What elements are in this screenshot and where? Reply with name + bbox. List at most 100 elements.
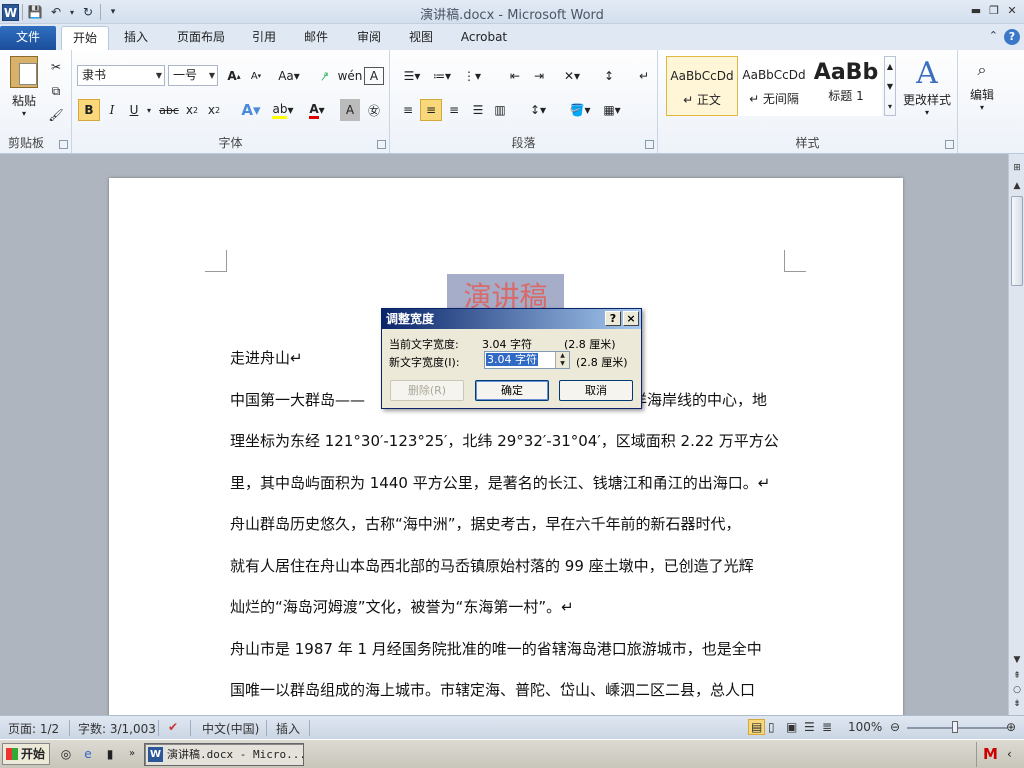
character-border-icon[interactable]: A	[364, 67, 384, 85]
width-spinner[interactable]: ▲ ▼	[555, 352, 569, 368]
style-no-spacing[interactable]: AaBbCcDd ↵ 无间隔	[738, 56, 810, 116]
phonetic-guide-icon[interactable]: wén	[338, 65, 363, 87]
scroll-thumb[interactable]	[1011, 196, 1023, 286]
minimize-icon[interactable]: ▬	[968, 3, 984, 19]
tab-review[interactable]: 审阅	[349, 26, 389, 50]
bullets-icon[interactable]: ☰▾	[398, 65, 426, 87]
web-layout-icon[interactable]: ▣	[786, 720, 797, 734]
document-page[interactable]: 演讲稿 走进舟山↵ 中国第一大群岛—— 洋海岸线的中心，地 理坐标为东经 121…	[109, 178, 903, 738]
new-width-input[interactable]: 3.04 字符 ▲ ▼	[484, 351, 570, 369]
tray-expand-icon[interactable]: ‹	[1007, 747, 1012, 761]
draft-icon[interactable]: ≣	[822, 720, 832, 734]
help-icon[interactable]: ?	[1004, 29, 1020, 45]
font-color-icon[interactable]: A ▾	[304, 99, 330, 121]
page-count[interactable]: 页面: 1/2	[8, 720, 59, 737]
browse-object-icon[interactable]: ○	[1011, 684, 1023, 696]
delete-button[interactable]: 删除(R)	[390, 380, 464, 401]
tab-mailings[interactable]: 邮件	[296, 26, 336, 50]
minimize-ribbon-icon[interactable]: ⌃	[989, 29, 998, 45]
outline-icon[interactable]: ☰	[804, 720, 815, 734]
paragraph-launcher-icon[interactable]	[645, 140, 654, 149]
multilevel-list-icon[interactable]: ⋮▾	[458, 65, 486, 87]
decrease-indent-icon[interactable]: ⇤	[504, 65, 526, 87]
shading-icon[interactable]: 🪣▾	[566, 99, 594, 121]
next-page-icon[interactable]: ⇟	[1011, 698, 1023, 710]
zoom-level[interactable]: 100%	[848, 720, 882, 734]
full-screen-reading-icon[interactable]: ▯	[768, 720, 775, 734]
font-name-combo[interactable]: 隶书 ▼	[77, 65, 165, 86]
borders-icon[interactable]: ▦▾	[598, 99, 626, 121]
italic-button[interactable]: I	[102, 99, 122, 121]
styles-scroll[interactable]: ▲ ▼ ▾	[884, 56, 896, 116]
show-marks-icon[interactable]: ↵	[634, 65, 654, 87]
strikethrough-button[interactable]: abc	[158, 99, 180, 121]
editing-button[interactable]: ⌕ 编辑 ▾	[964, 60, 1000, 112]
copy-icon[interactable]: ⧉	[46, 80, 66, 102]
start-button[interactable]: 开始	[2, 743, 50, 765]
ok-button[interactable]: 确定	[475, 380, 549, 401]
zoom-out-icon[interactable]: ⊖	[890, 720, 900, 734]
restore-icon[interactable]: ❐	[986, 3, 1002, 19]
tab-page-layout[interactable]: 页面布局	[168, 26, 234, 50]
dialog-close-button[interactable]: ×	[623, 311, 639, 326]
style-heading-1[interactable]: AaBb 标题 1	[810, 56, 882, 116]
vertical-scrollbar[interactable]: ⊞ ▲ ▼ ⇞ ○ ⇟	[1008, 154, 1024, 715]
highlight-color-icon[interactable]: ab ▾	[270, 99, 296, 121]
distributed-icon[interactable]: ▥	[490, 99, 510, 121]
character-shading-icon[interactable]: A	[340, 99, 360, 121]
styles-launcher-icon[interactable]	[945, 140, 954, 149]
clipboard-launcher-icon[interactable]	[59, 140, 68, 149]
font-launcher-icon[interactable]	[377, 140, 386, 149]
align-center-icon[interactable]: ≡	[420, 99, 442, 121]
align-right-icon[interactable]: ≡	[444, 99, 464, 121]
format-painter-icon[interactable]: 🖌	[46, 104, 66, 126]
cancel-button[interactable]: 取消	[559, 380, 633, 401]
grow-font-icon[interactable]: A ▴	[224, 65, 244, 87]
print-layout-icon[interactable]: ▤	[748, 719, 766, 735]
scroll-up-icon[interactable]: ▲	[1011, 180, 1023, 192]
taskbar-word-task[interactable]: W 演讲稿.docx - Micro...	[144, 743, 304, 766]
word-count[interactable]: 字数: 3/1,003	[78, 720, 156, 737]
quick-launch-app-icon[interactable]: ▮	[102, 746, 118, 762]
subscript-button[interactable]: x2	[182, 99, 202, 121]
font-size-combo[interactable]: 一号 ▼	[168, 65, 218, 86]
zoom-in-icon[interactable]: ⊕	[1006, 720, 1016, 734]
align-left-icon[interactable]: ≡	[398, 99, 418, 121]
style-normal[interactable]: AaBbCcDd ↵ 正文	[666, 56, 738, 116]
tab-acrobat[interactable]: Acrobat	[453, 26, 515, 50]
scroll-down-icon[interactable]: ▼	[1011, 654, 1023, 666]
superscript-button[interactable]: x2	[204, 99, 224, 121]
bold-button[interactable]: B	[78, 99, 100, 121]
tab-view[interactable]: 视图	[401, 26, 441, 50]
internet-explorer-icon[interactable]: e	[80, 746, 96, 762]
tab-insert[interactable]: 插入	[116, 26, 156, 50]
shrink-font-icon[interactable]: A ▾	[246, 65, 266, 87]
tab-home[interactable]: 开始	[61, 26, 109, 50]
line-spacing-icon[interactable]: ↕▾	[524, 99, 552, 121]
tab-references[interactable]: 引用	[244, 26, 284, 50]
change-styles-button[interactable]: A 更改样式 ▾	[900, 56, 954, 117]
quick-launch-app-icon[interactable]: ◎	[58, 746, 74, 762]
sort-icon[interactable]: ↕	[598, 65, 620, 87]
increase-indent-icon[interactable]: ⇥	[528, 65, 550, 87]
underline-dropdown-icon[interactable]: ▾	[144, 99, 154, 121]
dialog-help-button[interactable]: ?	[605, 311, 621, 326]
text-effects-icon[interactable]: A▾	[238, 99, 264, 121]
zoom-slider-thumb[interactable]	[952, 721, 958, 733]
numbering-icon[interactable]: ≔▾	[428, 65, 456, 87]
quick-launch-more-icon[interactable]: »	[124, 746, 140, 762]
enclose-characters-icon[interactable]: ㊛	[364, 99, 384, 121]
proofing-icon[interactable]: ✔	[168, 720, 178, 734]
previous-page-icon[interactable]: ⇞	[1011, 670, 1023, 682]
chinese-layout-icon[interactable]: ✕▾	[558, 65, 586, 87]
tray-app-icon[interactable]: M	[983, 745, 1001, 763]
cut-icon[interactable]: ✂	[46, 56, 66, 78]
ruler-toggle-icon[interactable]: ⊞	[1011, 162, 1023, 174]
clear-formatting-icon[interactable]: ᵃ̷	[316, 65, 336, 87]
language-indicator[interactable]: 中文(中国)	[202, 720, 259, 737]
justify-icon[interactable]: ☰	[468, 99, 488, 121]
change-case-icon[interactable]: Aa▾	[276, 65, 302, 87]
tab-file[interactable]: 文件	[0, 26, 56, 50]
paste-button[interactable]: 粘贴 ▾	[6, 56, 42, 118]
underline-button[interactable]: U	[124, 99, 144, 121]
